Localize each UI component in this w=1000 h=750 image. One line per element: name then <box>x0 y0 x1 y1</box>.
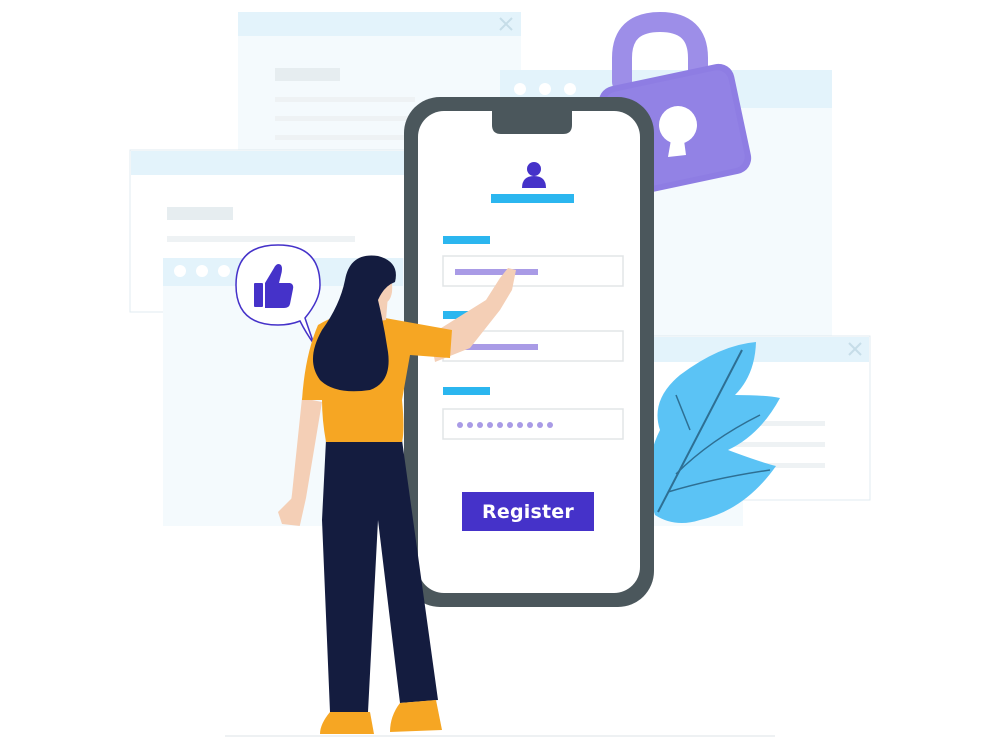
form-title-bar <box>491 194 574 203</box>
register-button[interactable] <box>462 492 594 531</box>
registration-illustration: Register <box>0 0 1000 750</box>
ground-line <box>225 735 775 737</box>
illustration-canvas <box>129 11 871 737</box>
field-label-3 <box>443 387 490 395</box>
text-field-1[interactable] <box>442 255 624 287</box>
field-label-1 <box>443 236 490 244</box>
password-field[interactable] <box>442 408 624 440</box>
